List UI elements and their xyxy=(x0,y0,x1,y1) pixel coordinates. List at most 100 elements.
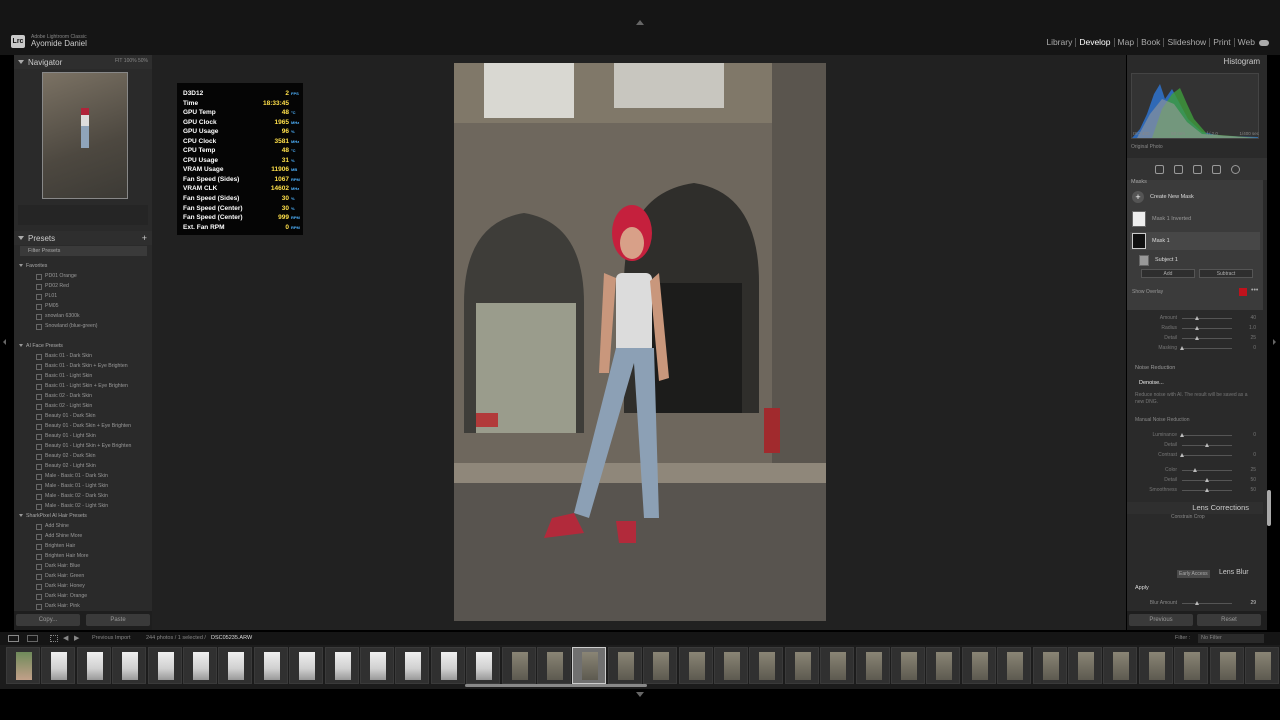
preset-item[interactable]: Male - Basic 02 - Light Skin xyxy=(14,501,152,511)
preset-item[interactable]: Basic 01 - Dark Skin xyxy=(14,351,152,361)
filmstrip-thumbnail[interactable] xyxy=(253,647,288,684)
slider-track[interactable] xyxy=(1182,328,1232,329)
slider-thumb[interactable] xyxy=(1205,488,1209,492)
slider-track[interactable] xyxy=(1182,435,1232,436)
overlay-color-swatch[interactable] xyxy=(1239,288,1247,296)
slider-track[interactable] xyxy=(1182,338,1232,339)
slider-thumb[interactable] xyxy=(1195,326,1199,330)
preset-item[interactable]: PM05 xyxy=(14,301,152,311)
filmstrip-thumbnail[interactable] xyxy=(1138,647,1173,684)
presets-header[interactable]: Presets + xyxy=(14,231,152,245)
slider-row[interactable]: Amount 40 xyxy=(1127,313,1263,323)
original-photo-toggle[interactable]: Original Photo xyxy=(1131,144,1163,150)
filmstrip-thumbnail[interactable] xyxy=(1068,647,1102,684)
filmstrip-thumbnail[interactable] xyxy=(6,647,40,684)
slider-track[interactable] xyxy=(1182,470,1232,471)
subtract-button[interactable]: Subtract xyxy=(1199,269,1253,278)
add-preset-icon[interactable]: + xyxy=(142,233,147,243)
slider-thumb[interactable] xyxy=(1192,468,1197,472)
slider-row[interactable]: Detail xyxy=(1127,440,1263,450)
more-icon[interactable]: ••• xyxy=(1251,287,1258,294)
edit-sliders-icon[interactable] xyxy=(1154,164,1164,174)
filmstrip-thumbnail[interactable] xyxy=(784,647,819,684)
filmstrip-thumbnail[interactable] xyxy=(855,647,890,684)
right-panel-toggle-icon[interactable] xyxy=(1273,339,1276,345)
filmstrip-scrollbar[interactable] xyxy=(465,684,647,687)
slider-thumb[interactable] xyxy=(1180,346,1184,350)
preset-item[interactable]: PD01 Orange xyxy=(14,271,152,281)
preset-item[interactable]: snowlan 6300k xyxy=(14,311,152,321)
lens-corrections-header[interactable]: Lens Corrections xyxy=(1127,502,1263,514)
mask-item-selected[interactable]: Mask 1 xyxy=(1130,232,1260,250)
filmstrip-thumbnail[interactable] xyxy=(1174,647,1209,684)
filmstrip-thumbnail[interactable] xyxy=(501,647,536,684)
filmstrip-thumbnail[interactable] xyxy=(607,647,642,684)
cloud-sync-icon[interactable] xyxy=(1259,40,1269,46)
preset-item[interactable]: Basic 01 - Light Skin xyxy=(14,371,152,381)
preset-item[interactable]: Male - Basic 02 - Dark Skin xyxy=(14,491,152,501)
filter-presets-input[interactable]: Filter Presets xyxy=(20,246,147,256)
preset-item[interactable]: Beauty 01 - Light Skin + Eye Brighten xyxy=(14,441,152,451)
module-library[interactable]: Library xyxy=(1043,38,1077,47)
reset-button[interactable]: Reset xyxy=(1197,614,1261,626)
manual-noise-reduction-title[interactable]: Manual Noise Reduction xyxy=(1135,417,1189,423)
preset-item[interactable]: Dark Hair: Green xyxy=(14,571,152,581)
filmstrip-thumbnail[interactable] xyxy=(714,647,748,684)
filmstrip-thumbnail[interactable] xyxy=(466,647,501,684)
module-map[interactable]: Map xyxy=(1115,38,1139,47)
filmstrip-thumbnail[interactable] xyxy=(572,647,607,684)
filmstrip-thumbnail[interactable] xyxy=(360,647,394,684)
navigator-preview[interactable] xyxy=(42,72,128,199)
filmstrip-thumbnail[interactable] xyxy=(961,647,996,684)
filter-select[interactable]: No Filter xyxy=(1198,634,1264,643)
filmstrip-thumbnail[interactable] xyxy=(537,647,571,684)
main-photo[interactable] xyxy=(454,63,826,621)
preset-item[interactable]: Brighten Hair More xyxy=(14,551,152,561)
module-slideshow[interactable]: Slideshow xyxy=(1164,38,1211,47)
preset-item[interactable]: Beauty 02 - Dark Skin xyxy=(14,451,152,461)
module-web[interactable]: Web xyxy=(1235,38,1258,47)
constrain-crop-checkbox[interactable]: Constrain Crop xyxy=(1171,514,1205,520)
right-panel-scrollbar[interactable] xyxy=(1267,490,1271,526)
slider-row[interactable]: Detail 50 xyxy=(1127,475,1263,485)
top-panel-toggle-icon[interactable] xyxy=(636,20,644,25)
mask-item[interactable]: Mask 1 Inverted xyxy=(1132,210,1191,228)
mask-component[interactable]: Subject 1 xyxy=(1139,251,1178,269)
left-panel-toggle-icon[interactable] xyxy=(3,339,6,345)
preset-item[interactable]: PL01 xyxy=(14,291,152,301)
slider-thumb[interactable] xyxy=(1195,336,1199,340)
slider-thumb[interactable] xyxy=(1180,433,1184,437)
preset-item[interactable]: Basic 01 - Light Skin + Eye Brighten xyxy=(14,381,152,391)
preset-item[interactable]: Dark Hair: Pink xyxy=(14,601,152,611)
masking-icon[interactable] xyxy=(1230,164,1240,174)
denoise-button[interactable]: Denoise... xyxy=(1139,380,1164,386)
preset-item[interactable]: PD02 Red xyxy=(14,281,152,291)
source-name[interactable]: Previous Import xyxy=(92,635,131,641)
filmstrip-thumbnail[interactable] xyxy=(395,647,430,684)
show-overlay-checkbox[interactable]: Show Overlay xyxy=(1132,289,1163,295)
slider-row[interactable]: Masking 0 xyxy=(1127,343,1263,353)
preset-item[interactable]: Add Shine More xyxy=(14,531,152,541)
module-print[interactable]: Print xyxy=(1210,38,1235,47)
filmstrip-thumbnail[interactable] xyxy=(76,647,111,684)
preset-item[interactable]: Beauty 01 - Light Skin xyxy=(14,431,152,441)
filmstrip-thumbnail[interactable] xyxy=(112,647,147,684)
preset-item[interactable]: Snowland (blue-green) xyxy=(14,321,152,331)
filmstrip-thumbnail[interactable] xyxy=(430,647,465,684)
preset-group[interactable]: SharkPixel AI Hair Presets xyxy=(14,511,152,521)
filmstrip-thumbnail[interactable] xyxy=(749,647,784,684)
preset-item[interactable]: Male - Basic 01 - Light Skin xyxy=(14,481,152,491)
preset-item[interactable]: Dark Hair: Blue xyxy=(14,561,152,571)
module-develop[interactable]: Develop xyxy=(1076,38,1115,47)
blur-amount-slider[interactable]: Blur Amount 29 xyxy=(1127,598,1263,608)
preset-item[interactable]: Add Shine xyxy=(14,521,152,531)
grid-view-icon[interactable] xyxy=(50,635,58,642)
healing-brush-icon[interactable] xyxy=(1192,164,1202,174)
preset-item[interactable]: Beauty 02 - Light Skin xyxy=(14,461,152,471)
slider-track[interactable] xyxy=(1182,348,1232,349)
preset-item[interactable]: Male - Basic 01 - Dark Skin xyxy=(14,471,152,481)
preset-item[interactable]: Basic 02 - Dark Skin xyxy=(14,391,152,401)
filmstrip-thumbnail[interactable] xyxy=(1245,647,1279,684)
copy-button[interactable]: Copy... xyxy=(16,614,80,626)
crop-icon[interactable] xyxy=(1173,164,1183,174)
